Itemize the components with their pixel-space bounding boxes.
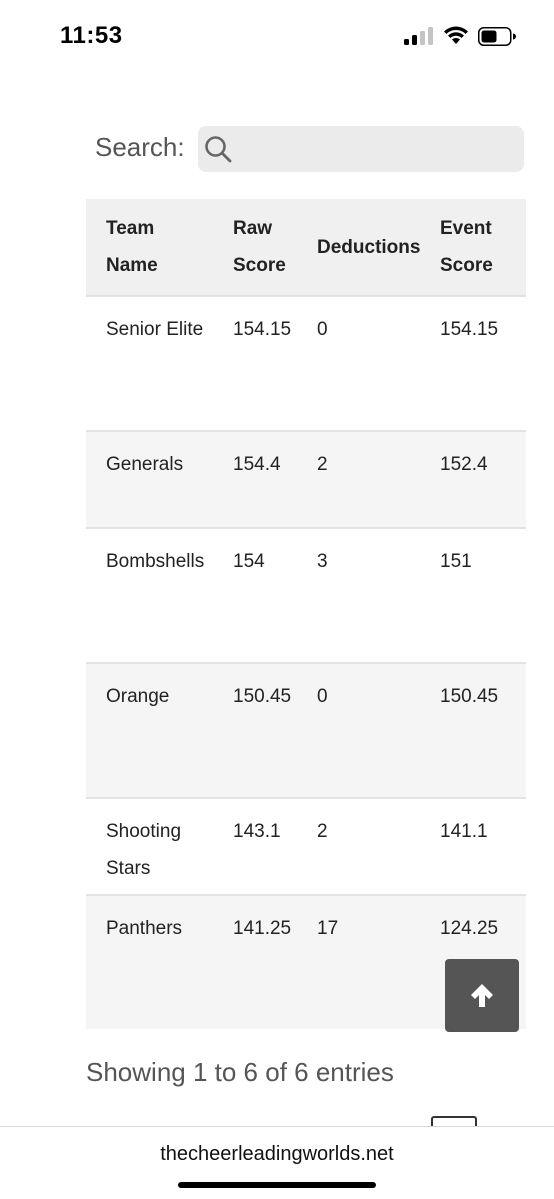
arrow-up-icon [471, 984, 493, 1007]
cell-raw-score: 150.45 [233, 686, 292, 707]
status-bar: 11:53 [0, 0, 554, 72]
table-row: Shooting Stars 143.1 2 141.1 1 [86, 798, 526, 895]
cellular-signal-icon [404, 27, 434, 45]
table-row: Generals 154.4 2 152.4 1 [86, 431, 526, 528]
search-icon [205, 136, 232, 163]
cell-raw-score: 154 [233, 551, 265, 572]
cell-deductions: 3 [317, 551, 328, 572]
cell-event-score: 154.15 [440, 319, 499, 340]
search-label: Search: [95, 132, 185, 162]
cell-team-name: Senior Elite [106, 319, 204, 340]
wifi-icon [444, 26, 468, 44]
table-row: Orange 150.45 0 150.45 1 [86, 663, 526, 798]
url-text[interactable]: thecheerleadingworlds.net [0, 1143, 554, 1166]
cell-team-name: Shooting Stars [106, 821, 182, 879]
cell-deductions: 17 [317, 918, 339, 939]
cell-event-score: 141.1 [440, 821, 488, 842]
cell-deductions: 2 [317, 454, 328, 475]
home-indicator[interactable] [178, 1182, 376, 1188]
cell-event-score: 150.45 [440, 686, 499, 707]
header-deductions[interactable]: Deductions [297, 199, 420, 296]
cell-event-score: 152.4 [440, 454, 488, 475]
cell-deductions: 2 [317, 821, 328, 842]
cell-raw-score: 154.15 [233, 319, 292, 340]
cell-team-name: Orange [106, 686, 170, 707]
cell-raw-score: 141.25 [233, 918, 292, 939]
browser-address-bar[interactable]: thecheerleadingworlds.net [0, 1126, 554, 1199]
results-table-container[interactable]: Team Name Raw Score Deductions Event Sco… [86, 199, 526, 1029]
cell-extra: 1 [523, 528, 526, 663]
header-team-name[interactable]: Team Name [86, 199, 213, 296]
header-extra[interactable]: A [523, 199, 526, 296]
cell-extra: 1 [523, 431, 526, 528]
cell-raw-score: 154.4 [233, 454, 281, 475]
cell-team-name: Bombshells [106, 551, 205, 572]
entries-info: Showing 1 to 6 of 6 entries [86, 1057, 394, 1087]
results-table: Team Name Raw Score Deductions Event Sco… [86, 199, 526, 1029]
cell-extra: 1 [523, 296, 526, 431]
table-row: Senior Elite 154.15 0 154.15 1 [86, 296, 526, 431]
search-input[interactable] [198, 126, 524, 172]
cell-deductions: 0 [317, 319, 328, 340]
header-event-score[interactable]: Event Score [420, 199, 523, 296]
cell-raw-score: 143.1 [233, 821, 281, 842]
cell-extra: 1 [523, 798, 526, 895]
cell-extra: 1 [523, 663, 526, 798]
cell-deductions: 0 [317, 686, 328, 707]
table-header-row: Team Name Raw Score Deductions Event Sco… [86, 199, 526, 296]
cell-extra: 1 [523, 895, 526, 1029]
table-row: Bombshells 154 3 151 1 [86, 528, 526, 663]
header-raw-score[interactable]: Raw Score [213, 199, 297, 296]
status-time: 11:53 [60, 22, 123, 49]
cell-team-name: Panthers [106, 918, 183, 939]
scroll-to-top-button[interactable] [445, 959, 519, 1032]
battery-icon [478, 27, 516, 46]
cell-team-name: Generals [106, 454, 184, 475]
cell-event-score: 151 [440, 551, 472, 572]
